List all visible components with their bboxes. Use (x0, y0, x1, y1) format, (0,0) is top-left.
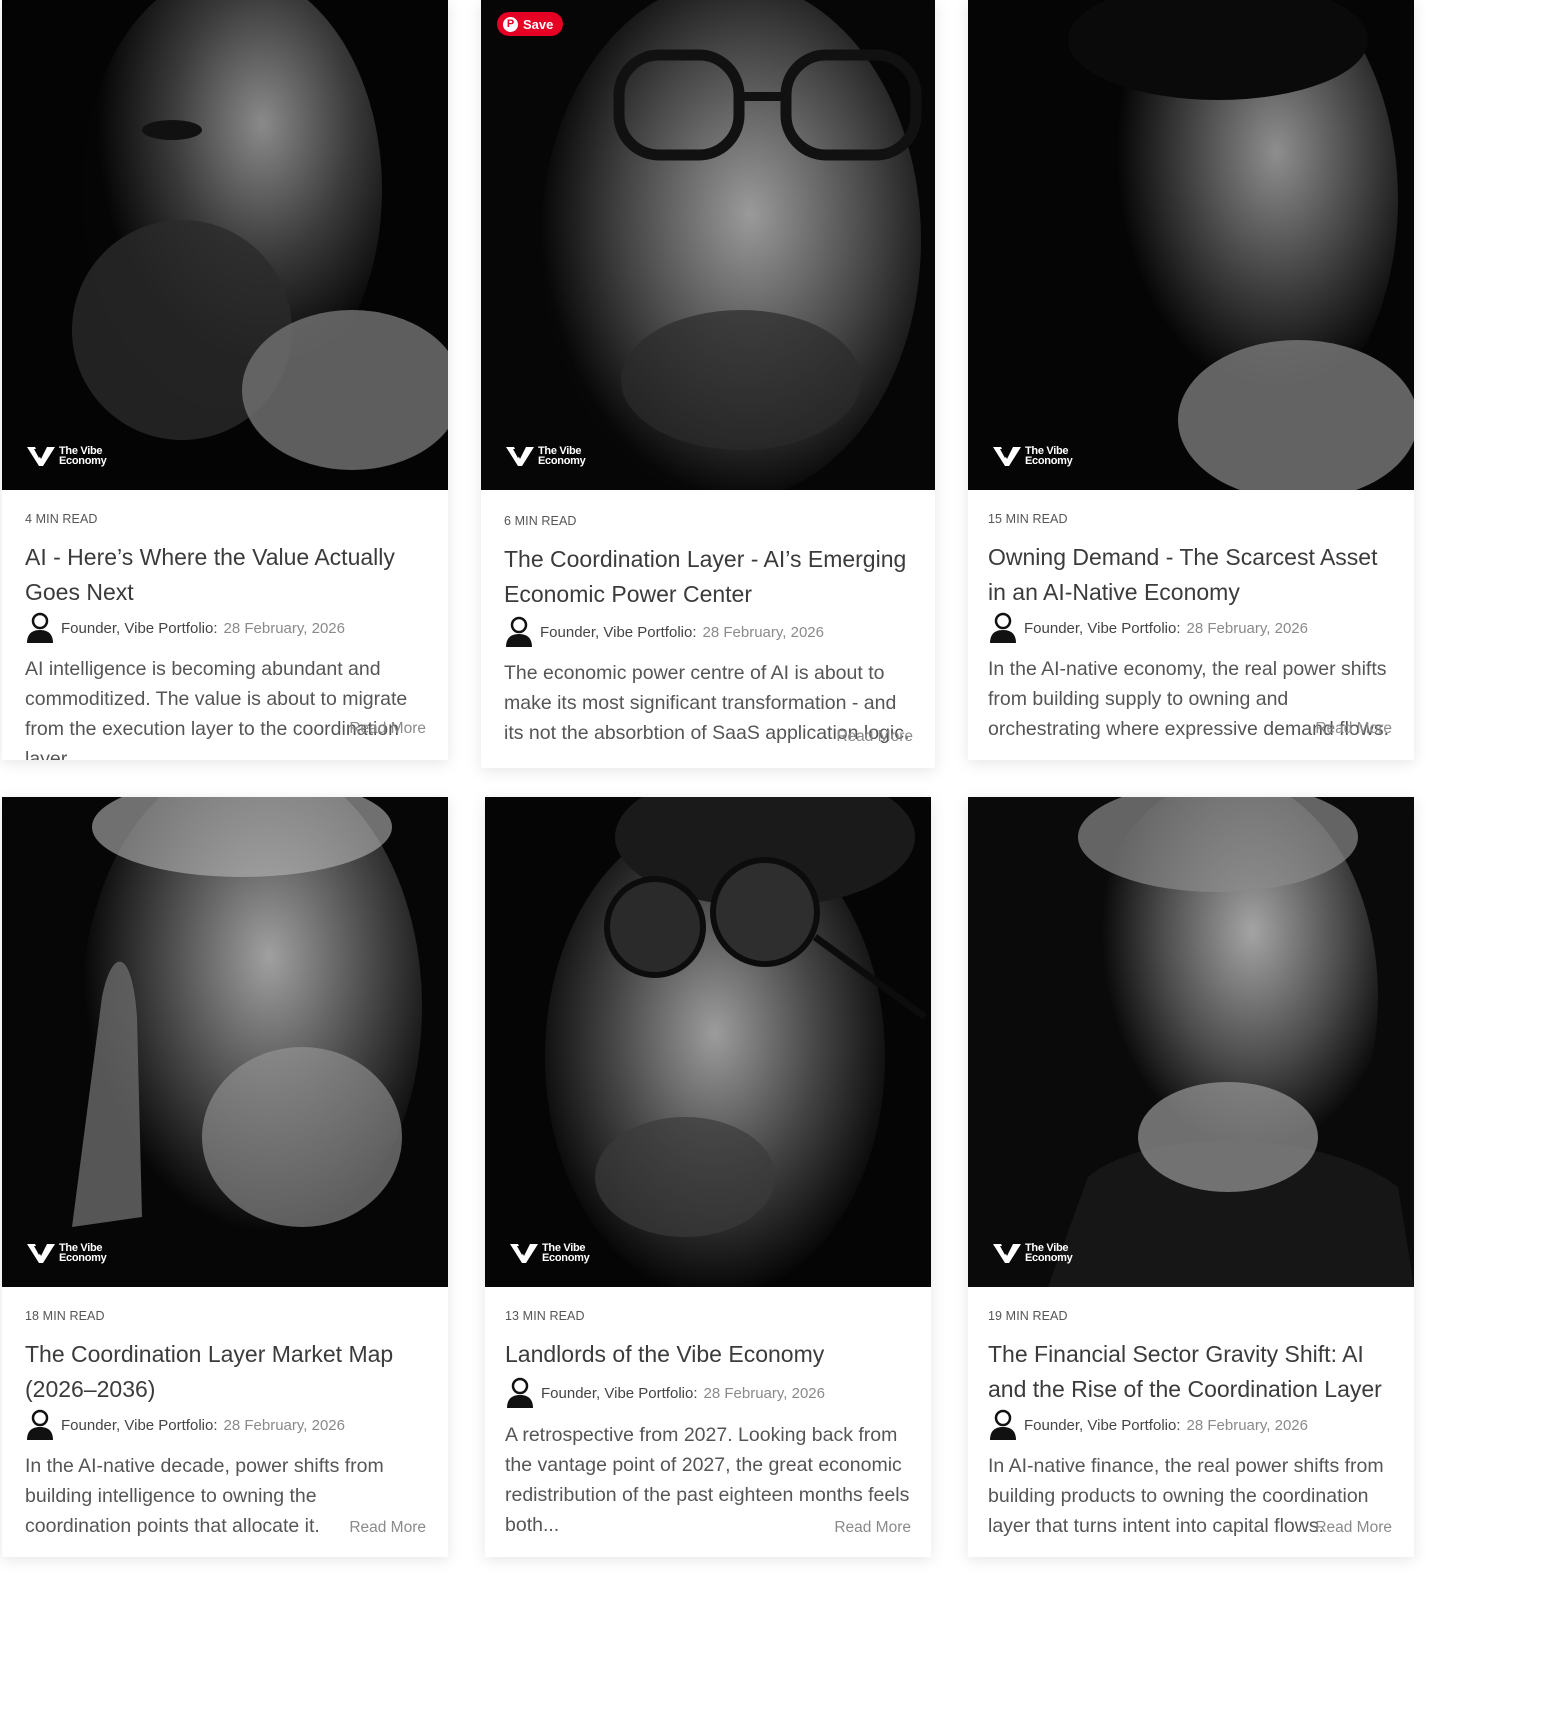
article-excerpt: AI intelligence is becoming abundant and… (25, 658, 408, 760)
portrait-image (968, 797, 1414, 1287)
vibe-logo-icon (27, 1244, 55, 1263)
vibe-logo-icon (993, 447, 1021, 466)
vibe-logo-icon (27, 447, 55, 466)
article-card[interactable]: The Vibe Economy 15 MIN READ Owning Deman… (968, 0, 1414, 760)
read-time: 13 MIN READ (505, 1309, 585, 1323)
read-time: 4 MIN READ (25, 512, 98, 526)
article-card[interactable]: The Vibe Economy 19 MIN READ The Financia… (968, 797, 1414, 1557)
article-image[interactable]: P Save The Vibe Economy (481, 0, 935, 490)
article-card[interactable]: The Vibe Economy 18 MIN READ The Coordina… (2, 797, 448, 1557)
author-meta: Founder, Vibe Portfolio: 28 February, 20… (504, 616, 913, 648)
article-title[interactable]: AI - Here’s Where the Value Actually Goe… (25, 540, 426, 610)
article-title[interactable]: Owning Demand - The Scarcest Asset in an… (988, 540, 1392, 610)
author-avatar-icon (990, 612, 1016, 643)
portrait-image (968, 0, 1414, 490)
article-image[interactable]: The Vibe Economy (2, 797, 448, 1287)
vibe-logo-icon (993, 1244, 1021, 1263)
author-label: Founder, Vibe Portfolio: (61, 619, 218, 637)
article-title[interactable]: The Coordination Layer - AI’s Emerging E… (504, 542, 913, 612)
author-label: Founder, Vibe Portfolio: (541, 1384, 698, 1402)
portrait-image (481, 0, 935, 490)
read-more-link[interactable]: Read More (836, 728, 913, 746)
brand-logo: The Vibe Economy (992, 1241, 1073, 1265)
vibe-logo-icon (506, 447, 534, 466)
article-card[interactable]: The Vibe Economy 13 MIN READ Landlords of… (485, 797, 931, 1557)
author-label: Founder, Vibe Portfolio: (1024, 619, 1181, 637)
author-meta: Founder, Vibe Portfolio: 28 February, 20… (505, 1377, 911, 1409)
pinterest-save-button[interactable]: P Save (497, 12, 564, 36)
article-card[interactable]: The Vibe Economy 4 MIN READ AI - Here’s W… (2, 0, 448, 760)
portrait-image (2, 0, 448, 490)
read-time: 15 MIN READ (988, 512, 1068, 526)
read-time: 19 MIN READ (988, 1309, 1068, 1323)
post-date: 28 February, 2026 (703, 1384, 825, 1402)
pinterest-icon: P (503, 16, 518, 32)
article-image[interactable]: The Vibe Economy (968, 797, 1414, 1287)
author-avatar-icon (990, 1409, 1016, 1440)
brand-logo: The Vibe Economy (26, 1241, 107, 1265)
brand-logo: The Vibe Economy (992, 444, 1073, 468)
read-time: 18 MIN READ (25, 1309, 105, 1323)
brand-name-line2: Economy (59, 455, 107, 467)
read-more-link[interactable]: Read More (1315, 1519, 1392, 1537)
author-meta: Founder, Vibe Portfolio: 28 February, 20… (988, 1409, 1392, 1441)
post-date: 28 February, 2026 (223, 1416, 345, 1434)
author-avatar-icon (27, 612, 53, 643)
brand-logo: The Vibe Economy (509, 1241, 590, 1265)
brand-name-line2: Economy (59, 1252, 107, 1264)
pinterest-save-label: Save (523, 16, 554, 32)
brand-name-line2: Economy (538, 455, 586, 467)
article-title[interactable]: Landlords of the Vibe Economy (505, 1337, 911, 1372)
brand-name-line2: Economy (1025, 455, 1073, 467)
article-image[interactable]: The Vibe Economy (2, 0, 448, 490)
author-meta: Founder, Vibe Portfolio: 28 February, 20… (25, 1409, 426, 1441)
author-label: Founder, Vibe Portfolio: (540, 623, 697, 641)
post-date: 28 February, 2026 (1186, 619, 1308, 637)
author-meta: Founder, Vibe Portfolio: 28 February, 20… (988, 612, 1392, 644)
article-image[interactable]: The Vibe Economy (968, 0, 1414, 490)
post-date: 28 February, 2026 (702, 623, 824, 641)
brand-logo: The Vibe Economy (505, 444, 586, 468)
portrait-image (485, 797, 931, 1287)
author-label: Founder, Vibe Portfolio: (61, 1416, 218, 1434)
read-more-link[interactable]: Read More (1315, 720, 1392, 738)
article-card[interactable]: P Save The Vibe Economy 6 MIN READ The Co… (481, 0, 935, 768)
post-date: 28 February, 2026 (223, 619, 345, 637)
author-meta: Founder, Vibe Portfolio: 28 February, 20… (25, 612, 426, 644)
brand-logo: The Vibe Economy (26, 444, 107, 468)
author-label: Founder, Vibe Portfolio: (1024, 1416, 1181, 1434)
brand-name-line2: Economy (542, 1252, 590, 1264)
read-time: 6 MIN READ (504, 514, 577, 528)
brand-name-line2: Economy (1025, 1252, 1073, 1264)
article-title[interactable]: The Coordination Layer Market Map (2026–… (25, 1337, 426, 1407)
author-avatar-icon (506, 616, 532, 647)
author-avatar-icon (507, 1377, 533, 1408)
read-more-link[interactable]: Read More (834, 1519, 911, 1537)
portrait-image (2, 797, 448, 1287)
vibe-logo-icon (510, 1244, 538, 1263)
read-more-link[interactable]: Read More (349, 720, 426, 738)
author-avatar-icon (27, 1409, 53, 1440)
post-date: 28 February, 2026 (1186, 1416, 1308, 1434)
article-image[interactable]: The Vibe Economy (485, 797, 931, 1287)
article-title[interactable]: The Financial Sector Gravity Shift: AI a… (988, 1337, 1392, 1407)
read-more-link[interactable]: Read More (349, 1519, 426, 1537)
